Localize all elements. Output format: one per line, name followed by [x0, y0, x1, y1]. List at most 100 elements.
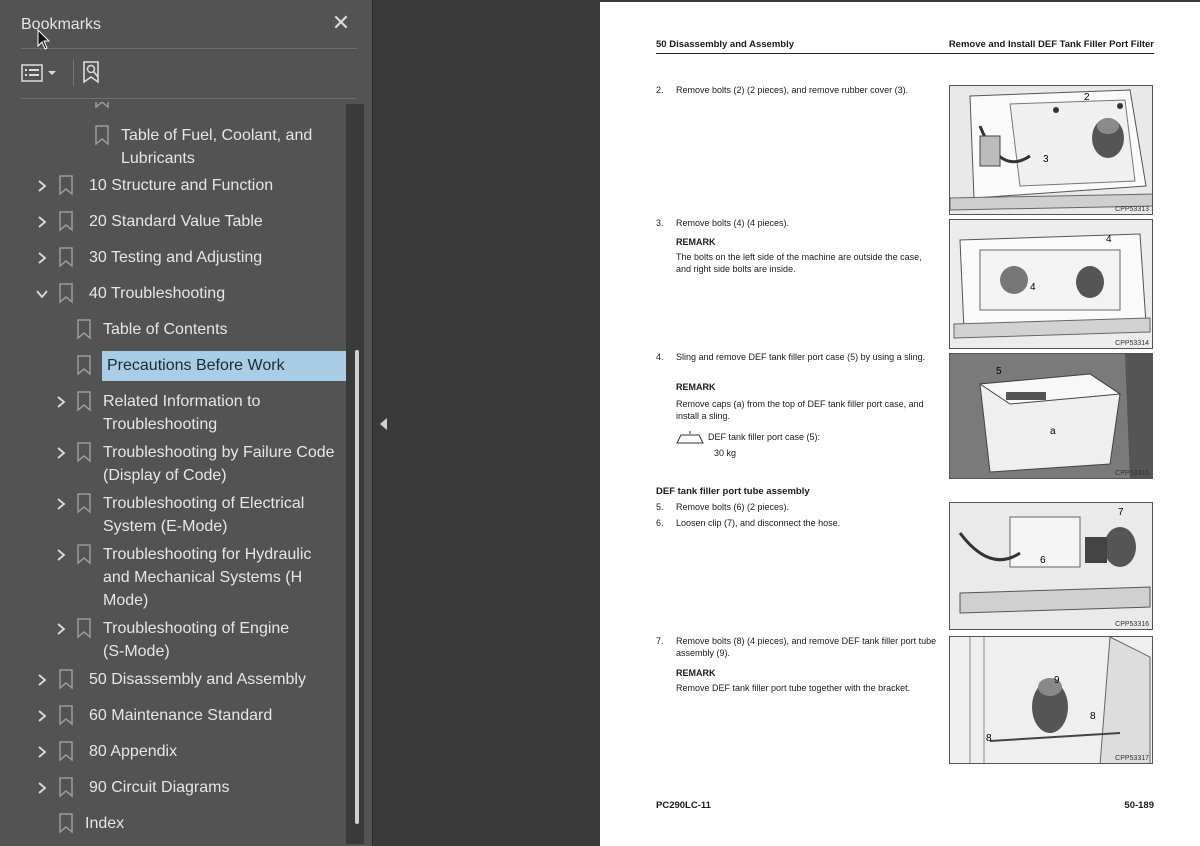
figure-4: 7 6 CPP53316 — [949, 502, 1153, 630]
bookmark-label: 90 Circuit Diagrams — [89, 779, 230, 796]
chevron-right-icon[interactable] — [35, 179, 49, 193]
bookmark-item[interactable]: Troubleshooting by Failure Code (Display… — [0, 441, 346, 487]
page-number: 50-189 — [1124, 800, 1154, 811]
chevron-right-icon[interactable] — [35, 745, 49, 759]
bookmark-icon — [77, 319, 91, 340]
bookmark-item-partial[interactable] — [0, 102, 346, 109]
bookmark-item[interactable]: 40 Troubleshooting — [0, 282, 346, 305]
weight-label: DEF tank filler port case (5): — [708, 432, 821, 442]
options-button[interactable] — [21, 58, 61, 88]
figure-id: CPP53313 — [1115, 206, 1149, 213]
step-number: 2. — [656, 85, 664, 95]
page-header-right: Remove and Install DEF Tank Filler Port … — [948, 39, 1154, 50]
bookmark-label: 50 Disassembly and Assembly — [89, 671, 306, 688]
bookmark-icon — [77, 355, 91, 376]
bookmark-icon — [59, 705, 73, 726]
bookmark-icon — [77, 618, 91, 639]
close-icon[interactable]: ✕ — [330, 12, 352, 34]
chevron-left-icon — [380, 418, 387, 430]
step-number: 7. — [656, 636, 664, 646]
step-7: 7. Remove bolts (8) (4 pieces), and remo… — [656, 636, 946, 706]
remark-text: Remove DEF tank filler port tube togethe… — [676, 683, 911, 693]
figure-illustration: 4 4 — [950, 220, 1152, 348]
bookmark-item[interactable]: 10 Structure and Function — [0, 174, 346, 197]
figure-1: 2 3 CPP53313 — [949, 85, 1153, 215]
collapse-panel-button[interactable] — [378, 412, 390, 436]
bookmark-item[interactable]: 20 Standard Value Table — [0, 210, 346, 233]
figure-id: CPP53315 — [1115, 470, 1149, 477]
mouse-cursor-icon — [37, 29, 51, 50]
bookmark-item[interactable]: 30 Testing and Adjusting — [0, 246, 346, 269]
bookmark-tree: Table of Fuel, Coolant, and Lubricants 10… — [0, 102, 346, 844]
callout-label: 5 — [996, 366, 1002, 377]
toolbar-separator — [73, 60, 74, 86]
list-options-icon — [21, 64, 43, 82]
bookmark-icon — [59, 211, 73, 232]
bookmark-item[interactable]: Index — [0, 812, 346, 835]
scrollbar[interactable] — [346, 104, 364, 844]
bookmark-label: 60 Maintenance Standard — [89, 707, 273, 724]
step-number: 6. — [656, 518, 664, 528]
figure-illustration: 7 6 — [950, 503, 1152, 629]
bookmark-label: Troubleshooting for Hydraulic and Mechan… — [103, 546, 312, 609]
callout-label: 8 — [1090, 711, 1096, 722]
bookmark-item[interactable]: Table of Fuel, Coolant, and Lubricants — [0, 124, 346, 170]
callout-label: 4 — [1030, 282, 1036, 293]
bookmark-icon — [59, 777, 73, 798]
chevron-down-icon[interactable] — [35, 287, 49, 301]
bookmark-item[interactable]: Related Information to Troubleshooting — [0, 390, 346, 436]
header-rule — [656, 53, 1154, 54]
step-number: 4. — [656, 352, 664, 362]
add-bookmark-button[interactable] — [81, 58, 107, 88]
chevron-right-icon[interactable] — [54, 395, 68, 409]
bookmark-icon — [95, 102, 109, 109]
scrollbar-thumb[interactable] — [355, 350, 359, 824]
chevron-right-icon[interactable] — [54, 446, 68, 460]
bookmark-item[interactable]: Table of Contents — [0, 318, 346, 341]
callout-label: 7 — [1118, 507, 1124, 518]
chevron-right-icon[interactable] — [35, 251, 49, 265]
bookmark-icon — [59, 741, 73, 762]
step-text: Remove bolts (2) (2 pieces), and remove … — [676, 85, 909, 95]
chevron-right-icon[interactable] — [35, 673, 49, 687]
figure-illustration: 2 3 — [950, 86, 1152, 214]
bookmark-icon — [59, 247, 73, 268]
step-text: Loosen clip (7), and disconnect the hose… — [676, 518, 841, 528]
chevron-right-icon[interactable] — [35, 781, 49, 795]
bookmark-icon — [59, 813, 73, 834]
chevron-right-icon[interactable] — [54, 497, 68, 511]
bookmark-item[interactable]: 60 Maintenance Standard — [0, 704, 346, 727]
step-3: 3. Remove bolts (4) (4 pieces). REMARK T… — [656, 218, 946, 278]
bookmark-item[interactable]: Troubleshooting of Engine (S-Mode) — [0, 617, 346, 663]
bookmark-item[interactable]: Troubleshooting for Hydraulic and Mechan… — [0, 543, 346, 612]
page-footer-model: PC290LC-11 — [656, 800, 711, 811]
figure-id: CPP53317 — [1115, 755, 1149, 762]
bookmarks-panel: Bookmarks ✕ Table of Fuel, Coolant, and … — [0, 0, 373, 846]
chevron-right-icon[interactable] — [35, 709, 49, 723]
bookmark-label: Troubleshooting of Electrical System (E-… — [103, 495, 305, 535]
divider — [21, 48, 357, 49]
bookmark-label: 30 Testing and Adjusting — [89, 249, 263, 266]
bookmark-item[interactable]: 80 Appendix — [0, 740, 346, 763]
bookmark-item[interactable]: 50 Disassembly and Assembly — [0, 668, 346, 691]
step-4: 4. Sling and remove DEF tank filler port… — [656, 352, 946, 462]
chevron-right-icon[interactable] — [54, 548, 68, 562]
bookmark-label: 80 Appendix — [89, 743, 178, 760]
callout-label: 6 — [1040, 555, 1046, 566]
remark-label: REMARK — [676, 237, 716, 247]
chevron-right-icon[interactable] — [35, 215, 49, 229]
bookmark-label: 10 Structure and Function — [89, 177, 274, 194]
bookmark-icon — [77, 391, 91, 412]
document-page: 50 Disassembly and Assembly Remove and I… — [600, 2, 1200, 846]
bookmark-icon — [59, 175, 73, 196]
callout-label: a — [1050, 426, 1056, 437]
chevron-right-icon[interactable] — [54, 622, 68, 636]
bookmark-label: 40 Troubleshooting — [89, 285, 226, 302]
remark-text: The bolts on the left side of the machin… — [676, 252, 922, 274]
bookmark-item[interactable]: 90 Circuit Diagrams — [0, 776, 346, 799]
bookmark-item[interactable]: Troubleshooting of Electrical System (E-… — [0, 492, 346, 538]
bookmark-item[interactable]: Precautions Before Work — [0, 351, 346, 381]
bookmark-icon — [95, 125, 109, 146]
remark-label: REMARK — [676, 382, 716, 392]
bookmark-label: Troubleshooting of Engine (S-Mode) — [103, 620, 290, 660]
